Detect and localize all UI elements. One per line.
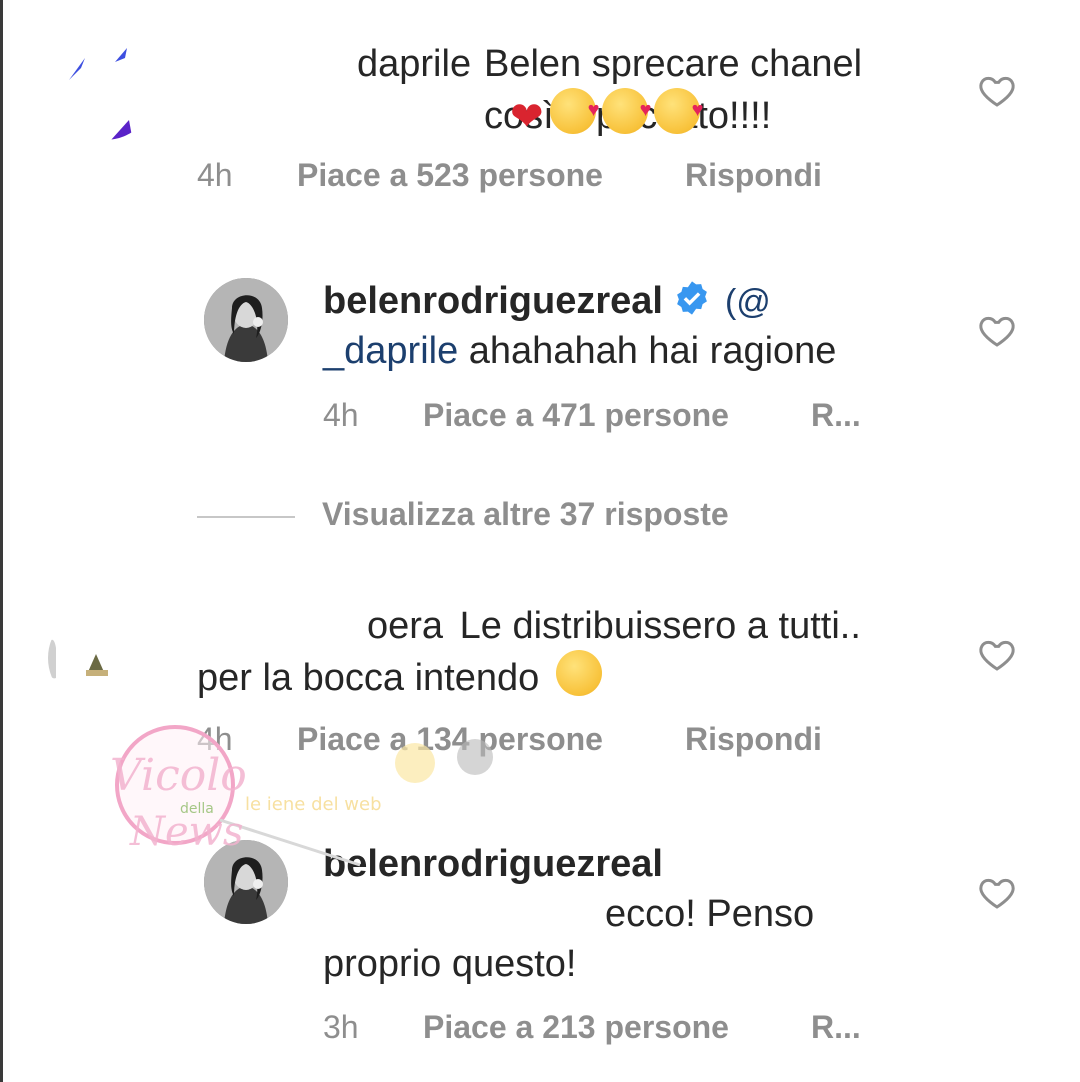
comment-1-username-visible[interactable]: daprile [357, 43, 471, 85]
like-heart-icon[interactable] [977, 872, 1017, 912]
comment-2-username-visible[interactable]: oera [367, 605, 443, 647]
commenter-avatar[interactable] [55, 40, 155, 140]
reply-1-header: belenrodriguezreal (@ [323, 275, 771, 328]
commenter-avatar[interactable] [48, 608, 148, 708]
reply-2-time: 3h [323, 1009, 359, 1045]
reply-2-username[interactable]: belenrodriguezreal [323, 843, 663, 885]
reply-1-text: ahahahah hai ragione [468, 330, 837, 372]
like-heart-icon[interactable] [977, 310, 1017, 350]
comment-2-time: 4h [197, 721, 233, 757]
reply-2-likes[interactable]: Piace a 213 persone [423, 1009, 729, 1046]
kissing-face-emoji-icon [653, 84, 704, 136]
reply-1-mention-start[interactable]: (@ [725, 283, 771, 321]
view-more-divider [197, 516, 295, 518]
belen-avatar[interactable] [204, 840, 288, 924]
reply-2-body: xxxxxecco! Penso [323, 888, 814, 940]
comment-2-text-line1: Le distribuissero a tutti.. [459, 605, 861, 647]
view-more-replies-label[interactable]: Visualizza altre 37 risposte [322, 496, 729, 533]
kissing-face-emoji-icon [549, 84, 600, 136]
portrait-icon [204, 278, 288, 362]
comment-1-text: xxxxxxxdaprile [197, 38, 477, 90]
verified-badge-icon [677, 281, 707, 315]
reply-2-line2: proprio questo! [323, 938, 577, 990]
svg-text:della: della [180, 801, 214, 817]
comment-2-text-line2: per la bocca intendo [197, 657, 540, 699]
reply-1-time: 4h [323, 397, 359, 433]
reply-1-likes[interactable]: Piace a 471 persone [423, 397, 729, 434]
comment-2-likes[interactable]: Piace a 134 persone [297, 721, 603, 758]
reply-2-header: belenrodriguezreal [323, 838, 663, 890]
reply-2-mention[interactable]: xxxxx [323, 888, 605, 940]
winking-face-emoji-icon [555, 650, 602, 696]
comment-1-emoji-row: ❤ [508, 84, 704, 143]
like-heart-icon[interactable] [977, 634, 1017, 674]
reply-2-text-line2: proprio questo! [323, 943, 577, 985]
avatar-fragment-icon [69, 48, 133, 140]
reply-1-reply-button[interactable]: R... [811, 397, 861, 434]
comment-1-reply-button[interactable]: Rispondi [685, 157, 822, 194]
portrait-icon [204, 840, 288, 924]
comment-2-meta: 4h Piace a 134 persone Rispondi [197, 721, 897, 761]
reply-1-meta: 4h Piace a 471 persone R... [323, 397, 883, 437]
comment-1-meta: 4h Piace a 523 persone Rispondi [197, 157, 897, 197]
belen-avatar[interactable] [204, 278, 288, 362]
comment-2-header: xxxxx oera Le distribuissero a tutti.. [197, 600, 861, 652]
reply-1-username[interactable]: belenrodriguezreal [323, 280, 663, 322]
comment-2-reply-button[interactable]: Rispondi [685, 721, 822, 758]
kissing-face-emoji-icon [601, 84, 652, 136]
comment-2-username[interactable]: xxxxx [197, 600, 347, 652]
reply-2-text-line1: ecco! Penso [605, 893, 815, 935]
reply-2-meta: 3h Piace a 213 persone R... [323, 1009, 883, 1049]
left-border [0, 0, 3, 1082]
avatar-fragment-icon [48, 639, 108, 679]
reply-2-reply-button[interactable]: R... [811, 1009, 861, 1046]
svg-text:le iene del web: le iene del web [245, 794, 382, 815]
like-heart-icon[interactable] [977, 70, 1017, 110]
comment-2-line2: per la bocca intendo [197, 650, 602, 704]
reply-1-body: _daprile ahahahah hai ragione [323, 325, 836, 377]
red-heart-emoji-icon: ❤ [510, 95, 544, 139]
comment-1-time: 4h [197, 157, 233, 193]
reply-1-mention[interactable]: _daprile [323, 330, 458, 372]
comment-1-likes[interactable]: Piace a 523 persone [297, 157, 603, 194]
